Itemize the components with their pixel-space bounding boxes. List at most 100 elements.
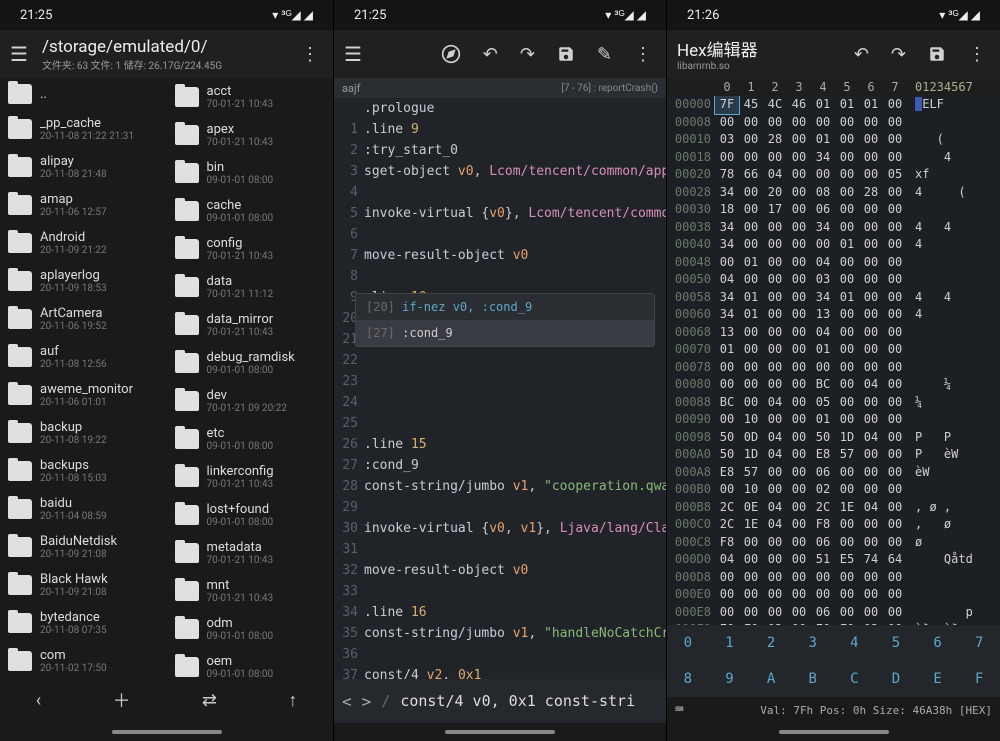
hex-byte[interactable]: 00 [859,569,883,587]
hex-byte[interactable]: 00 [859,219,883,237]
hex-key[interactable]: C [834,661,876,697]
hex-byte[interactable]: 00 [787,114,811,132]
hex-byte[interactable]: 00 [835,534,859,552]
hex-byte[interactable]: 57 [739,464,763,482]
hex-row[interactable]: 000900010000001000000 [667,411,1000,429]
hex-byte[interactable]: 00 [835,464,859,482]
hex-byte[interactable]: 00 [787,306,811,324]
file-item[interactable]: data_mirror 70-01-21 10:43 [167,306,334,344]
hex-byte[interactable]: 01 [811,96,835,114]
hex-row[interactable]: 0003834000000340000004 4 [667,219,1000,237]
hex-byte[interactable]: 00 [787,219,811,237]
hex-byte[interactable]: 00 [787,411,811,429]
hex-byte[interactable]: 00 [883,149,907,167]
hex-byte[interactable]: F8 [811,516,835,534]
hex-row[interactable]: 000E00000000000000000 [667,586,1000,604]
hex-byte[interactable]: 06 [811,464,835,482]
hex-byte[interactable]: 00 [787,551,811,569]
undo-icon[interactable]: ↶ [850,40,873,69]
hex-byte[interactable]: 00 [859,131,883,149]
compass-icon[interactable] [437,40,465,68]
hex-byte[interactable]: 04 [763,516,787,534]
hex-byte[interactable]: 00 [835,324,859,342]
hex-byte[interactable]: 00 [739,359,763,377]
hex-byte[interactable]: 00 [787,534,811,552]
hex-byte[interactable]: 00 [859,586,883,604]
hex-byte[interactable]: 00 [859,411,883,429]
hex-byte[interactable]: 74 [859,551,883,569]
file-item[interactable]: mnt 70-01-21 10:43 [167,572,334,610]
hex-byte[interactable]: 00 [763,569,787,587]
hex-byte[interactable]: 04 [763,166,787,184]
hex-row[interactable]: 0006034010000130000004 [667,306,1000,324]
hex-byte[interactable]: 00 [787,516,811,534]
file-item[interactable]: _pp_cache 20-11-08 21:22 21:31 [0,110,167,148]
hex-byte[interactable]: 00 [835,306,859,324]
hex-byte[interactable]: 00 [835,201,859,219]
hex-byte[interactable]: 78 [715,166,739,184]
hex-byte[interactable]: 00 [787,341,811,359]
hex-byte[interactable]: 1D [835,429,859,447]
hex-byte[interactable]: 00 [787,499,811,517]
hex-byte[interactable]: 00 [859,394,883,412]
hex-byte[interactable]: 00 [883,534,907,552]
save-icon[interactable] [924,41,950,67]
hex-byte[interactable]: 01 [835,289,859,307]
hex-byte[interactable]: 00 [883,201,907,219]
hex-byte[interactable]: 01 [811,131,835,149]
nav-forward-icon[interactable]: ⇄ [202,690,217,711]
hex-row[interactable]: 000080000000000000000 [667,114,1000,132]
overflow-icon[interactable]: ⋮ [630,40,656,69]
hex-byte[interactable]: 00 [835,394,859,412]
hex-row[interactable]: 000500400000003000000 [667,271,1000,289]
hex-byte[interactable]: 00 [787,394,811,412]
hex-byte[interactable]: 00 [859,516,883,534]
hex-byte[interactable]: 01 [715,341,739,359]
hex-byte[interactable]: 1E [739,516,763,534]
hex-byte[interactable]: 00 [883,464,907,482]
hex-byte[interactable]: 00 [859,481,883,499]
hex-key[interactable]: 5 [875,625,917,661]
file-item[interactable]: metadata 70-01-21 10:43 [167,534,334,572]
hex-byte[interactable]: 01 [811,411,835,429]
hex-byte[interactable]: 00 [715,359,739,377]
nav-up-icon[interactable]: ↑ [288,690,297,711]
hex-byte[interactable]: 00 [883,604,907,622]
file-item[interactable]: cache 09-01-01 08:00 [167,192,334,230]
hex-byte[interactable]: 00 [883,96,907,114]
hex-byte[interactable]: 00 [715,481,739,499]
hex-byte[interactable]: 64 [883,551,907,569]
hex-byte[interactable]: 34 [715,289,739,307]
hex-byte[interactable]: 34 [811,149,835,167]
hex-byte[interactable]: 2C [715,499,739,517]
hex-row[interactable]: 000007F454C4601010100 ELF [667,96,1000,114]
hex-byte[interactable]: 00 [739,534,763,552]
hex-byte[interactable]: 00 [811,359,835,377]
hex-row[interactable]: 000301800170006000000 [667,201,1000,219]
hex-row[interactable]: 00098500D0400501D0400P P [667,429,1000,447]
hex-row[interactable]: 000780000000000000000 [667,359,1000,377]
hex-byte[interactable]: 57 [835,446,859,464]
hex-byte[interactable]: 00 [787,131,811,149]
menu-icon[interactable]: ☰ [344,42,362,66]
hex-byte[interactable]: 00 [763,341,787,359]
hex-byte[interactable]: 00 [859,341,883,359]
hex-byte[interactable]: 04 [859,376,883,394]
hex-row[interactable]: 0002834002000080028004 ( [667,184,1000,202]
hex-byte[interactable]: 00 [763,481,787,499]
hex-byte[interactable]: 04 [763,394,787,412]
file-item[interactable]: Android 20-11-09 21:22 [0,224,167,262]
hex-byte[interactable]: 00 [787,254,811,272]
hex-byte[interactable]: 04 [763,446,787,464]
file-item[interactable]: acct 70-01-21 10:43 [167,78,334,116]
hex-byte[interactable]: 00 [883,394,907,412]
menu-icon[interactable]: ☰ [10,42,28,66]
hex-byte[interactable]: 01 [859,96,883,114]
hex-byte[interactable]: 01 [811,341,835,359]
save-icon[interactable] [553,41,579,67]
file-item[interactable]: config 70-01-21 10:43 [167,230,334,268]
hex-row[interactable]: 000100300280001000000 ( [667,131,1000,149]
hex-byte[interactable]: 0E [739,499,763,517]
hex-byte[interactable]: 05 [883,166,907,184]
hex-byte[interactable]: 00 [715,586,739,604]
